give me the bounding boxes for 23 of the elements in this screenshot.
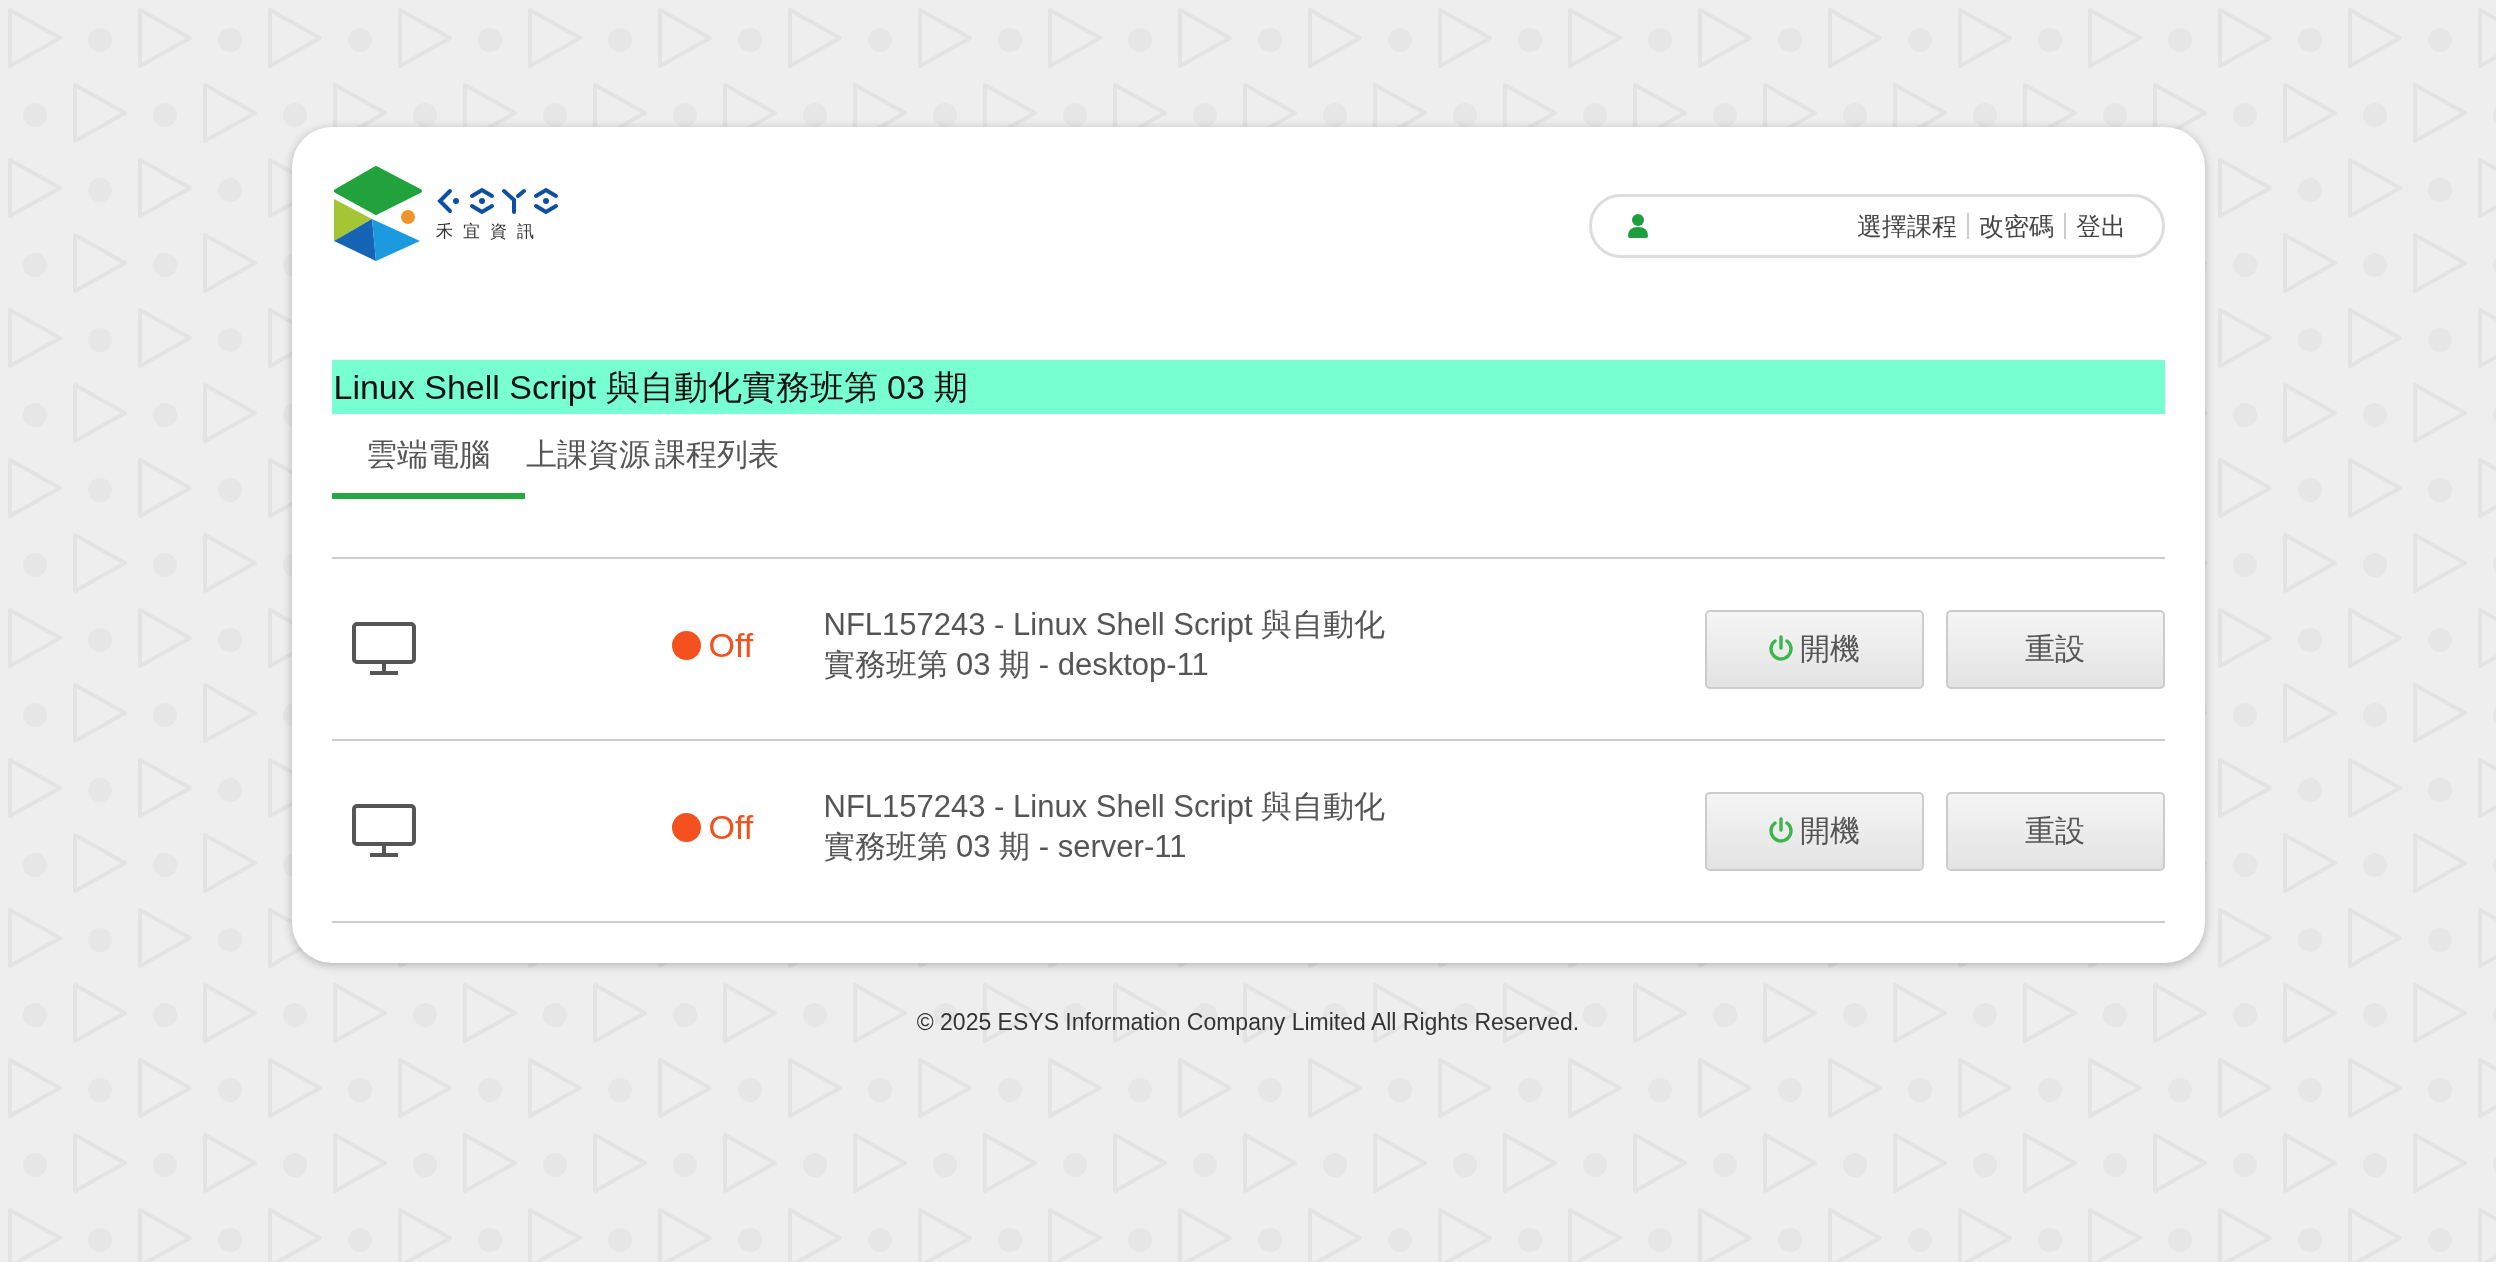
reset-button[interactable]: 重設 <box>1945 791 2165 871</box>
tab[interactable]: 課程列表 <box>651 424 782 499</box>
status-text: Off <box>708 807 754 847</box>
machine-name: NFL157243 - Linux Shell Script 與自動化實務班第 03 期 - desktop-11 <box>823 606 1387 684</box>
menu-link[interactable]: 登出 <box>2075 209 2126 243</box>
power-on-button[interactable]: 開機 <box>1704 791 1924 871</box>
tab[interactable]: 上課資源 <box>524 424 652 499</box>
machine-name: NFL157243 - Linux Shell Script 與自動化實務班第 03 期 - server-11 <box>823 788 1387 866</box>
power-icon <box>1768 635 1794 663</box>
monitor-icon <box>351 804 416 858</box>
menu-link[interactable]: 改密碼 <box>1978 209 2054 243</box>
course-title: Linux Shell Script 與自動化實務班第 03 期 <box>331 360 2165 414</box>
reset-button[interactable]: 重設 <box>1945 609 2165 689</box>
user-icon <box>1627 214 1648 238</box>
logo-text: 禾宜資訊 <box>435 220 545 243</box>
status-text: Off <box>708 625 754 665</box>
logo-icon <box>331 165 424 263</box>
copyright-text: © 2025 ESYS Information Company Limited All Rights Reserved. <box>916 1009 1580 1035</box>
power-icon <box>1768 817 1794 845</box>
tab[interactable]: 雲端電腦 <box>331 424 525 499</box>
menu-link[interactable]: 選擇課程 <box>1856 209 1957 243</box>
monitor-icon <box>351 622 416 676</box>
power-on-button[interactable]: 開機 <box>1704 609 1924 689</box>
